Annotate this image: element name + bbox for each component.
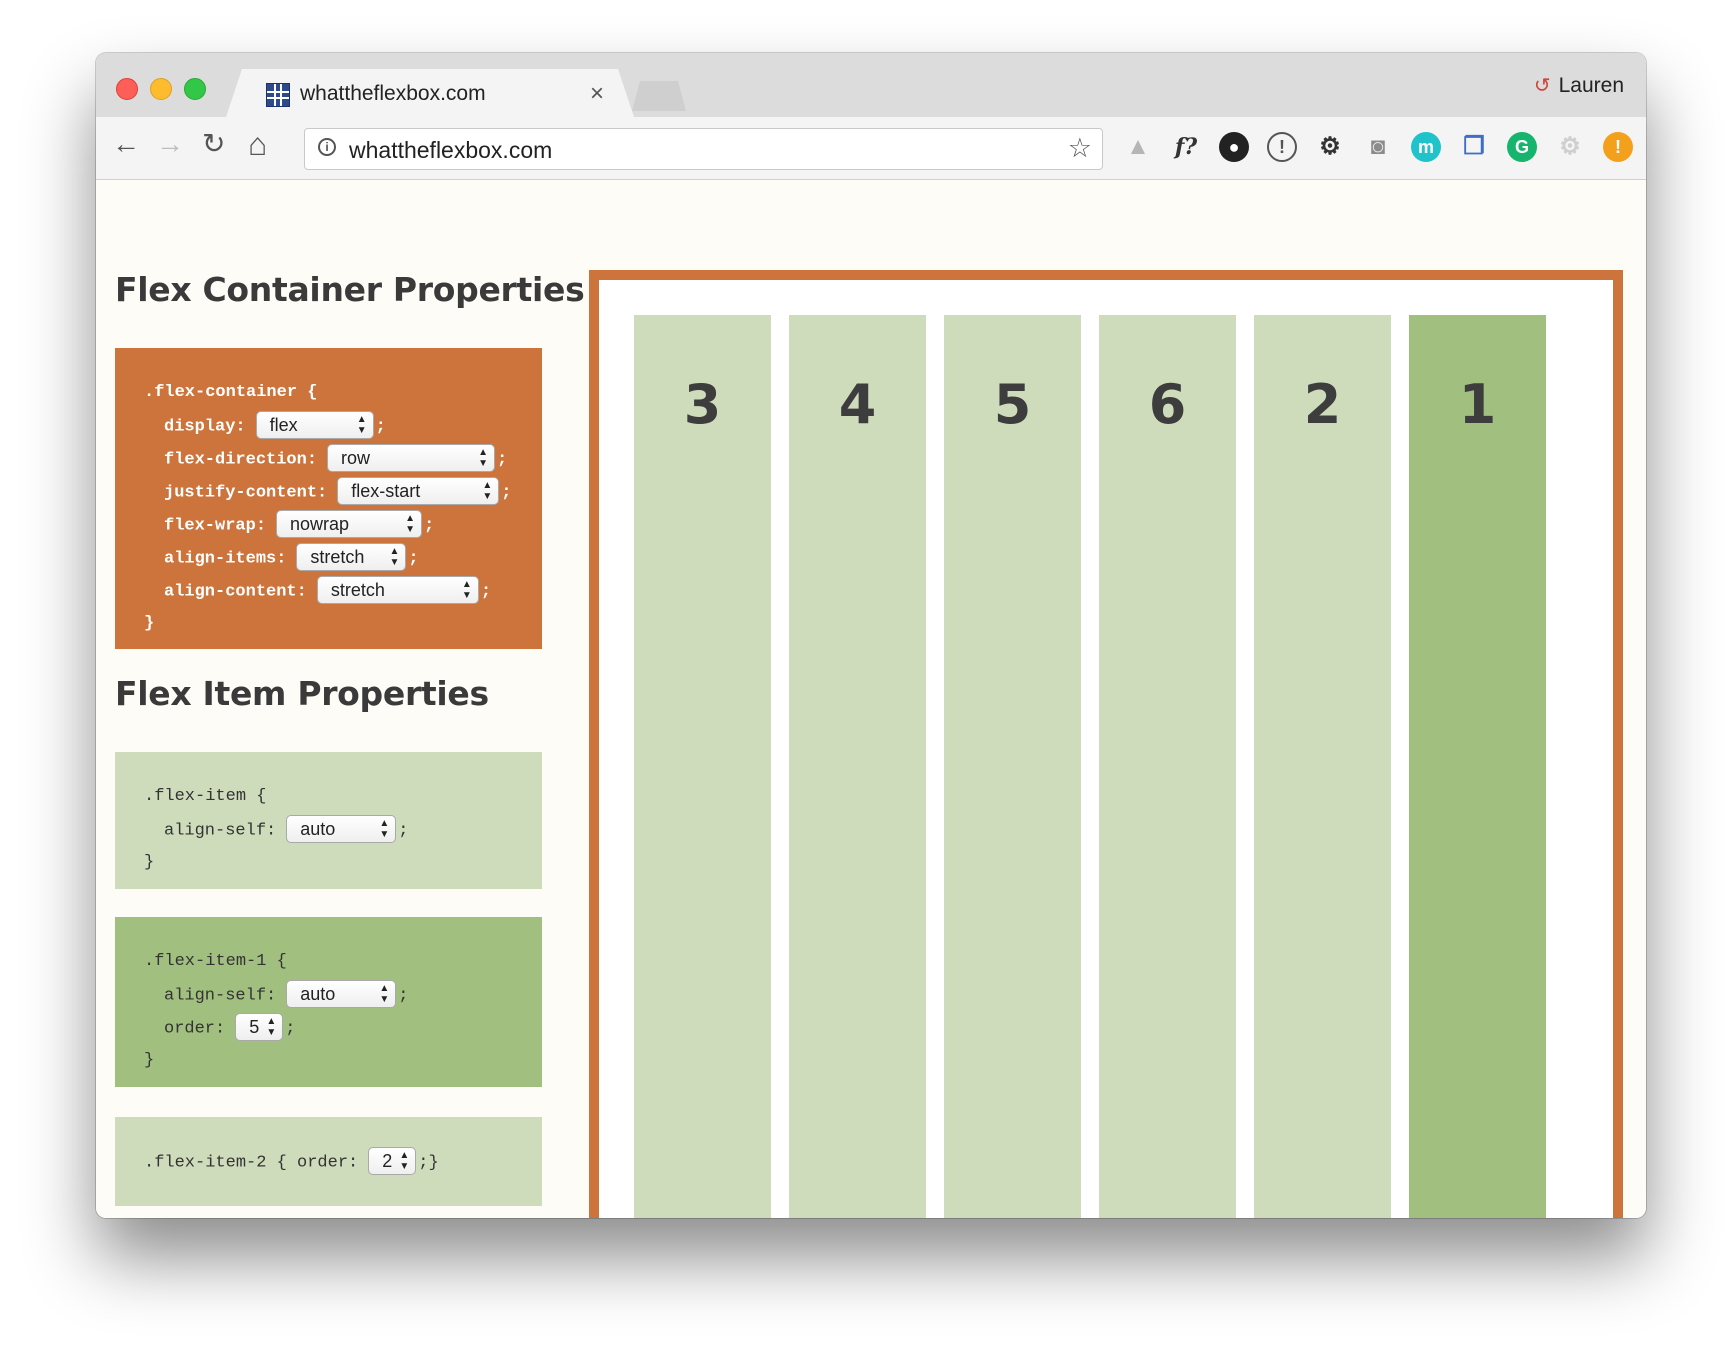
flex-item-1-panel: .flex-item-1 { align-self: auto ▲ ▼; order:… — [115, 917, 542, 1087]
windows-icon[interactable]: ❐ — [1459, 132, 1489, 162]
tab-title: whattheflexbox.com — [300, 82, 486, 105]
flex-wrap-label: flex-wrap: — [164, 516, 267, 536]
chevron-updown-icon: ▲ ▼ — [405, 513, 416, 535]
title-bar: whattheflexbox.com × ↺ Lauren — [96, 53, 1646, 117]
info-icon[interactable]: i — [318, 138, 336, 156]
justify-content-label: justify-content: — [164, 483, 328, 503]
container-close-brace: } — [144, 614, 155, 633]
grammarly-icon[interactable]: G — [1507, 132, 1537, 162]
chevron-updown-icon: ▲ ▼ — [478, 447, 489, 469]
align-items-label: align-items: — [164, 549, 287, 569]
chevron-updown-icon: ▲ ▼ — [379, 818, 390, 840]
flex-item-4: 4 — [789, 315, 926, 1218]
m-icon[interactable]: m — [1411, 132, 1441, 162]
flex-item-2: 2 — [1254, 315, 1391, 1218]
item1-selector: .flex-item-1 { — [144, 952, 287, 971]
chevron-updown-icon: ▲ ▼ — [379, 983, 390, 1005]
home-button[interactable]: ⌂ — [248, 128, 267, 160]
forward-button[interactable]: → — [156, 130, 184, 158]
flex-container-heading: Flex Container Properties — [115, 270, 585, 309]
profile-button[interactable]: ↺ Lauren — [1534, 73, 1624, 98]
color-picker-icon[interactable]: ● — [1219, 132, 1249, 162]
flex-direction-select[interactable]: row ▲ ▼ — [327, 444, 496, 472]
flex-item-1: 1 — [1409, 315, 1546, 1218]
address-bar[interactable]: i whattheflexbox.com ☆ — [304, 128, 1103, 170]
align-items-select[interactable]: stretch ▲ ▼ — [296, 543, 407, 571]
whatfont-icon[interactable]: f? — [1171, 132, 1201, 162]
page-content: Flex Container Properties .flex-containe… — [96, 180, 1646, 1218]
flex-item-3: 3 — [634, 315, 771, 1218]
item2-order-stepper[interactable]: 2 ▲ ▼ — [368, 1147, 417, 1175]
chevron-updown-icon: ▲ ▼ — [482, 480, 493, 502]
settings-disabled-icon[interactable]: ⚙ — [1555, 132, 1585, 162]
item2-selector: .flex-item-2 { order: — [144, 1153, 359, 1173]
item1-align-self-label: align-self: — [164, 986, 277, 1006]
gear-icon[interactable]: ⚙ — [1315, 132, 1345, 162]
item1-close-brace: } — [144, 1051, 155, 1070]
browser-window: whattheflexbox.com × ↺ Lauren ← → ↻ ⌂ i w… — [96, 53, 1646, 1218]
flex-item-2-panel: .flex-item-2 { order: 2 ▲ ▼;} — [115, 1117, 542, 1206]
align-items-row: align-items: stretch ▲ ▼; — [144, 543, 542, 576]
flex-item-5: 5 — [944, 315, 1081, 1218]
close-window-button[interactable] — [116, 78, 138, 100]
alert-icon[interactable]: ! — [1603, 132, 1633, 162]
browser-tab[interactable]: whattheflexbox.com × — [226, 69, 634, 117]
favicon-icon — [266, 83, 290, 107]
flex-direction-row: flex-direction: row ▲ ▼; — [144, 444, 542, 477]
flex-item-6: 6 — [1099, 315, 1236, 1218]
item-align-self-row: align-self: auto ▲ ▼; — [144, 815, 542, 848]
google-drive-icon[interactable]: ▲ — [1123, 132, 1153, 162]
flex-direction-label: flex-direction: — [164, 450, 318, 470]
flex-container-demo: 3 4 5 6 2 1 — [589, 270, 1623, 1218]
flex-wrap-row: flex-wrap: nowrap ▲ ▼; — [144, 510, 542, 543]
align-content-row: align-content: stretch ▲ ▼; — [144, 576, 542, 609]
item1-order-row: order: 5 ▲ ▼; — [144, 1013, 542, 1046]
item-align-self-select[interactable]: auto ▲ ▼ — [286, 815, 397, 843]
display-select[interactable]: flex ▲ ▼ — [255, 411, 374, 439]
minimize-window-button[interactable] — [150, 78, 172, 100]
justify-content-row: justify-content: flex-start ▲ ▼; — [144, 477, 542, 510]
align-content-select[interactable]: stretch ▲ ▼ — [316, 576, 479, 604]
chevron-updown-icon: ▲ ▼ — [356, 414, 367, 436]
align-content-label: align-content: — [164, 582, 307, 602]
camera-icon[interactable]: ◙ — [1363, 132, 1393, 162]
flex-item-panel: .flex-item { align-self: auto ▲ ▼; } — [115, 752, 542, 889]
new-tab-button[interactable] — [632, 81, 686, 111]
tab-close-icon[interactable]: × — [590, 80, 604, 108]
item-selector: .flex-item { — [144, 787, 267, 806]
flex-container-panel: .flex-container { display: flex ▲ ▼; flex-d… — [115, 348, 542, 649]
url-text[interactable]: whattheflexbox.com — [349, 137, 552, 164]
reload-button[interactable]: ↻ — [202, 130, 225, 158]
item2-row: .flex-item-2 { order: 2 ▲ ▼;} — [144, 1147, 542, 1180]
sync-icon: ↺ — [1533, 75, 1551, 97]
onepassword-icon[interactable]: ! — [1267, 132, 1297, 162]
flex-item-heading: Flex Item Properties — [115, 674, 489, 713]
item1-order-stepper[interactable]: 5 ▲ ▼ — [235, 1013, 284, 1041]
item2-close: ;} — [418, 1153, 439, 1173]
container-selector: .flex-container { — [144, 383, 318, 402]
item1-align-self-row: align-self: auto ▲ ▼; — [144, 980, 542, 1013]
chevron-updown-icon: ▲ ▼ — [461, 579, 472, 601]
browser-toolbar: ← → ↻ ⌂ i whattheflexbox.com ☆ ▲ f? ●! ⚙ ◙ m ❐… — [96, 117, 1646, 180]
bookmark-star-icon[interactable]: ☆ — [1068, 133, 1092, 164]
profile-name: Lauren — [1558, 74, 1624, 97]
maximize-window-button[interactable] — [184, 78, 206, 100]
back-button[interactable]: ← — [112, 130, 140, 158]
chevron-updown-icon: ▲ ▼ — [266, 1016, 277, 1038]
display-label: display: — [164, 417, 246, 437]
item1-order-label: order: — [164, 1019, 226, 1039]
justify-content-select[interactable]: flex-start ▲ ▼ — [337, 477, 500, 505]
item-close-brace: } — [144, 853, 155, 872]
item-align-self-label: align-self: — [164, 821, 277, 841]
item1-align-self-select[interactable]: auto ▲ ▼ — [286, 980, 397, 1008]
display-row: display: flex ▲ ▼; — [144, 411, 542, 444]
chevron-updown-icon: ▲ ▼ — [389, 546, 400, 568]
chevron-updown-icon: ▲ ▼ — [399, 1150, 410, 1172]
flex-wrap-select[interactable]: nowrap ▲ ▼ — [276, 510, 423, 538]
